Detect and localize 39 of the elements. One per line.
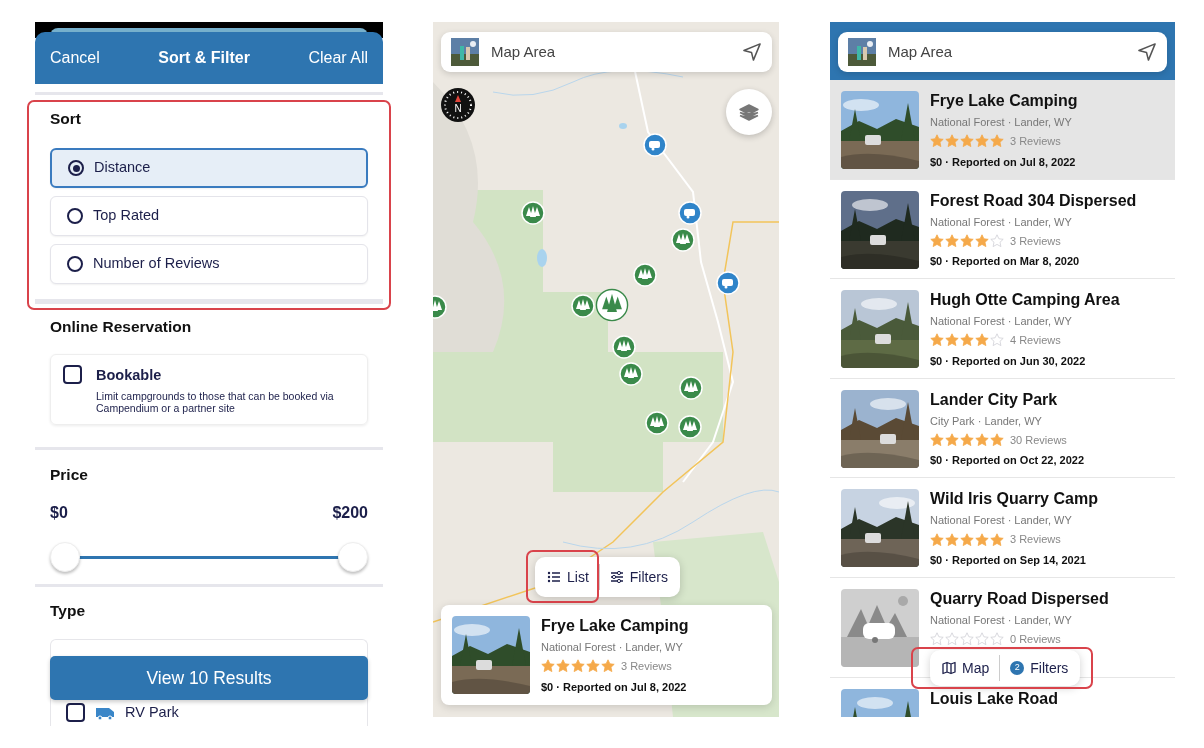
review-count: 3 Reviews xyxy=(1010,532,1061,548)
campsite-details: $0 · Reported on Jun 30, 2022 xyxy=(930,353,1087,369)
review-count: 3 Reviews xyxy=(1010,134,1061,149)
review-count: 3 Reviews xyxy=(1010,233,1061,249)
campsite-category: National Forest · Lander, WY xyxy=(930,314,1073,329)
section-title: Price xyxy=(50,464,89,485)
campsite-category: National Forest · Lander, WY xyxy=(930,115,1073,129)
campsite-category: National Forest · Lander, WY xyxy=(930,612,1073,627)
section-title: Online Reservation xyxy=(50,317,193,337)
campsite-name: Louis Lake Road xyxy=(930,688,1059,709)
search-text: Map Area xyxy=(888,41,954,62)
count-badge: 2 xyxy=(1010,661,1025,675)
campsite-category: City Park · Lander, WY xyxy=(930,413,1043,428)
campsite-details: $0 · Reported on Jul 8, 2022 xyxy=(930,154,1077,170)
sheet-title: Sort & Filter xyxy=(158,48,250,68)
price-max: $200 xyxy=(332,502,368,523)
review-count: 0 Reviews xyxy=(1010,631,1061,647)
campsite-category: National Forest · Lander, WY xyxy=(930,513,1073,528)
campsite-category: National Forest · Lander, WY xyxy=(930,214,1073,229)
option-label: Distance xyxy=(94,158,151,178)
campsite-details: $0 · Reported on Mar 8, 2020 xyxy=(930,254,1081,270)
section-title: Sort xyxy=(49,109,82,129)
review-count: 4 Reviews xyxy=(1010,333,1061,349)
section-title: Type xyxy=(50,600,87,621)
option-description: Limit campgrounds to those that can be booked via Campendium or a partner site xyxy=(96,389,335,414)
campsite-name: Hugh Otte Camping Area xyxy=(930,290,1120,311)
review-count: 30 Reviews xyxy=(1010,432,1067,448)
option-label: Top Rated xyxy=(93,206,160,226)
campsite-details: $0 · Reported on Sep 14, 2021 xyxy=(930,552,1087,568)
option-label: RV Park xyxy=(125,702,179,722)
price-min: $0 xyxy=(50,502,68,523)
campsite-name: Forest Road 304 Dispersed xyxy=(930,190,1137,211)
campsite-name: Wild Iris Quarry Camp xyxy=(930,489,1098,510)
campsite-name: Lander City Park xyxy=(930,389,1059,410)
option-label: Bookable xyxy=(96,366,163,385)
option-label: Number of Reviews xyxy=(93,254,220,274)
campsite-name: Frye Lake Camping xyxy=(930,91,1078,111)
campsite-details: $0 · Reported on Oct 22, 2022 xyxy=(930,453,1085,469)
campsite-name: Quarry Road Dispersed xyxy=(930,588,1109,609)
